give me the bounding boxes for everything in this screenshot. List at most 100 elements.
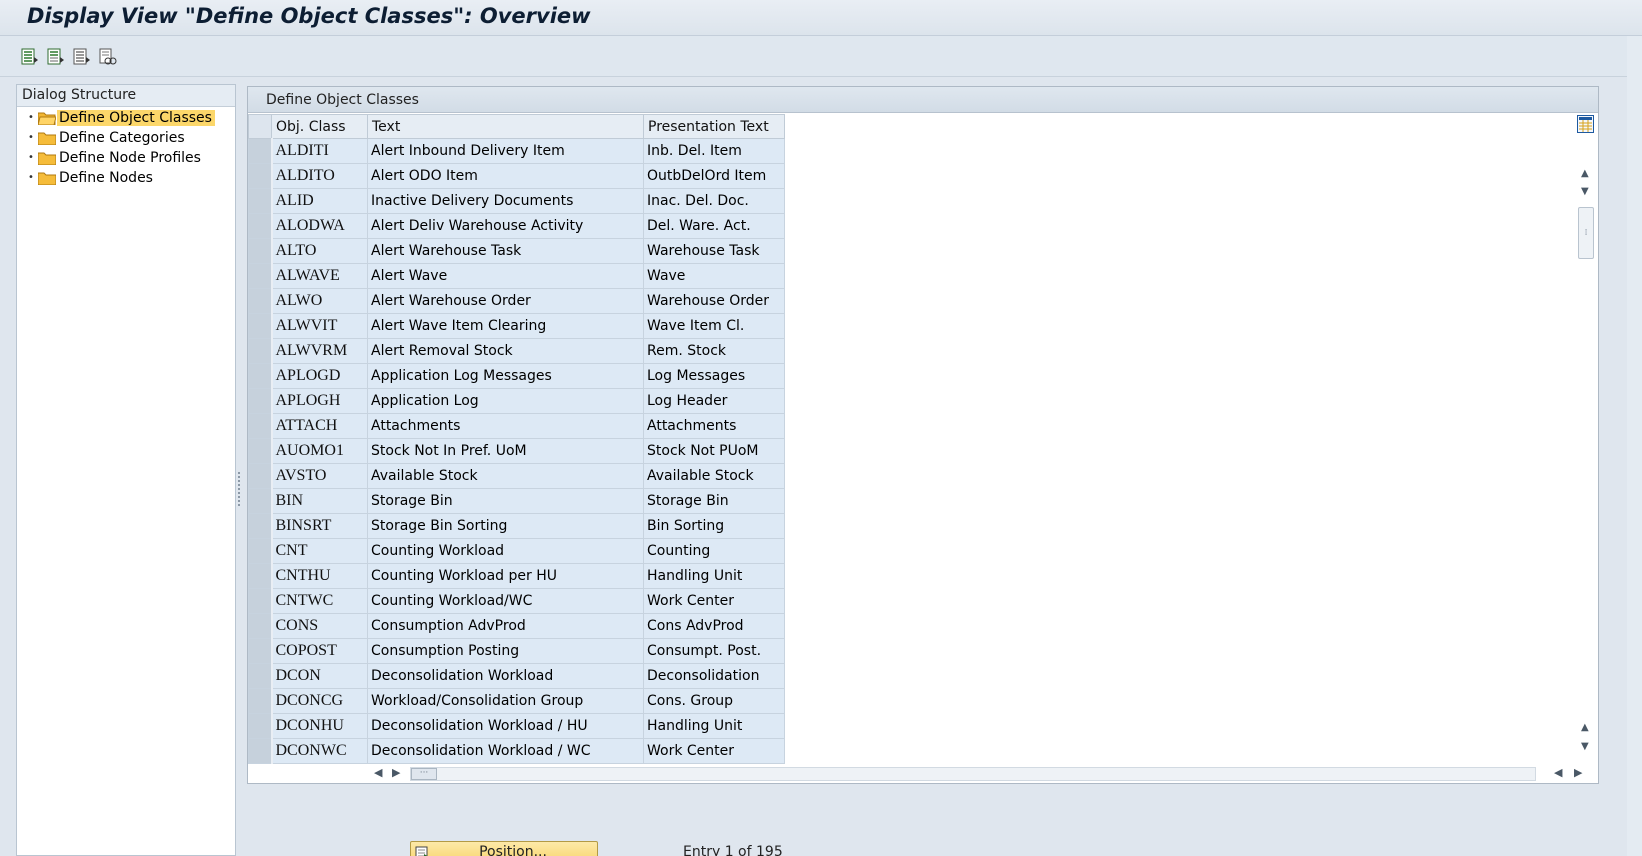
scroll-down-icon[interactable]: ▼ — [1581, 187, 1589, 197]
table-row[interactable]: ALID Inactive Delivery Documents Inac. Del… — [248, 188, 785, 214]
table-row[interactable]: COPOST Consumption Posting Consumpt. Post. — [248, 638, 785, 664]
row-selector[interactable] — [248, 188, 273, 214]
table-row[interactable]: ATTACH Attachments Attachments — [248, 413, 785, 439]
table-settings-icon[interactable] — [1577, 115, 1594, 133]
obj-class-cell: ALTO — [271, 238, 368, 264]
obj-class-cell: ALDITI — [271, 138, 368, 164]
row-selector[interactable] — [248, 563, 273, 589]
row-selector[interactable] — [248, 513, 273, 539]
tree-item-define-object-classes[interactable]: • Define Object Classes — [17, 108, 235, 128]
text-cell: Consumption Posting — [367, 638, 644, 664]
table-row[interactable]: ALWVIT Alert Wave Item Clearing Wave Item … — [248, 313, 785, 339]
text-cell: Deconsolidation Workload — [367, 663, 644, 689]
obj-class-cell: ALWVRM — [271, 338, 368, 364]
row-selector[interactable] — [248, 663, 273, 689]
obj-class-cell: ALWVIT — [271, 313, 368, 339]
row-selector[interactable] — [248, 263, 273, 289]
vertical-scrollbar[interactable]: ▲ ▼ ⁞ ▲ ▼ — [1574, 113, 1596, 761]
table-row[interactable]: ALODWA Alert Deliv Warehouse Activity Del.… — [248, 213, 785, 239]
row-selector[interactable] — [248, 463, 273, 489]
table-row[interactable]: ALWAVE Alert Wave Wave — [248, 263, 785, 289]
table-row[interactable]: AUOMO1 Stock Not In Pref. UoM Stock Not PU… — [248, 438, 785, 464]
row-selector[interactable] — [248, 613, 273, 639]
bullet-icon: • — [28, 152, 34, 163]
position-button[interactable]: Position... — [410, 841, 598, 856]
row-selector[interactable] — [248, 713, 273, 739]
row-selector[interactable] — [248, 313, 273, 339]
table-row[interactable]: ALDITO Alert ODO Item OutbDelOrd Item — [248, 163, 785, 189]
row-selector[interactable] — [248, 163, 273, 189]
horizontal-scroll-thumb[interactable]: ··· — [411, 768, 437, 780]
horizontal-scroll-track[interactable]: ··· — [410, 767, 1536, 781]
row-selector[interactable] — [248, 738, 273, 764]
row-selector[interactable] — [248, 638, 273, 664]
presentation-text-cell: Cons. Group — [643, 688, 785, 714]
select-block-icon[interactable] — [46, 47, 66, 67]
row-selector[interactable] — [248, 238, 273, 264]
scroll-page-down-icon[interactable]: ▼ — [1581, 742, 1589, 752]
table-row[interactable]: DCONCG Workload/Consolidation Group Cons. … — [248, 688, 785, 714]
tree-item-define-node-profiles[interactable]: • Define Node Profiles — [17, 148, 235, 168]
row-selector[interactable] — [248, 388, 273, 414]
tree-item-define-nodes[interactable]: • Define Nodes — [17, 168, 235, 188]
tree-item-label: Define Object Classes — [57, 110, 215, 126]
table-row[interactable]: CNTWC Counting Workload/WC Work Center — [248, 588, 785, 614]
row-selector[interactable] — [248, 413, 273, 439]
row-selector[interactable] — [248, 363, 273, 389]
row-selector[interactable] — [248, 688, 273, 714]
column-header-text[interactable]: Text — [367, 114, 644, 139]
row-selector[interactable] — [248, 488, 273, 514]
row-selector[interactable] — [248, 138, 273, 164]
obj-class-cell: APLOGH — [271, 388, 368, 414]
table-row[interactable]: DCONWC Deconsolidation Workload / WC Work … — [248, 738, 785, 764]
print-view-icon[interactable] — [98, 47, 118, 67]
row-selector[interactable] — [248, 538, 273, 564]
scroll-up-icon[interactable]: ▲ — [1581, 169, 1589, 179]
presentation-text-cell: Deconsolidation — [643, 663, 785, 689]
column-header-presentation-text[interactable]: Presentation Text — [643, 114, 785, 139]
scroll-page-up-icon[interactable]: ▲ — [1581, 723, 1589, 733]
text-cell: Alert Warehouse Task — [367, 238, 644, 264]
column-header-obj-class[interactable]: Obj. Class — [271, 114, 368, 139]
presentation-text-cell: Counting — [643, 538, 785, 564]
table-row[interactable]: CONS Consumption AdvProd Cons AdvProd — [248, 613, 785, 639]
table-row[interactable]: DCONHU Deconsolidation Workload / HU Handl… — [248, 713, 785, 739]
tree-item-define-categories[interactable]: • Define Categories — [17, 128, 235, 148]
row-selector[interactable] — [248, 438, 273, 464]
scroll-left-icon[interactable]: ◀ — [374, 767, 382, 778]
row-selector[interactable] — [248, 338, 273, 364]
scroll-far-left-icon[interactable]: ◀ — [1554, 767, 1562, 778]
row-selector[interactable] — [248, 588, 273, 614]
table-row[interactable]: CNT Counting Workload Counting — [248, 538, 785, 564]
select-all-icon[interactable] — [20, 47, 40, 67]
table-row[interactable]: ALWVRM Alert Removal Stock Rem. Stock — [248, 338, 785, 364]
select-all-cell[interactable] — [248, 114, 272, 139]
table-row[interactable]: ALWO Alert Warehouse Order Warehouse Order — [248, 288, 785, 314]
table-row[interactable]: BINSRT Storage Bin Sorting Bin Sorting — [248, 513, 785, 539]
table-row[interactable]: DCON Deconsolidation Workload Deconsolidat… — [248, 663, 785, 689]
row-selector[interactable] — [248, 213, 273, 239]
table-row[interactable]: ALTO Alert Warehouse Task Warehouse Task — [248, 238, 785, 264]
table-row[interactable]: APLOGH Application Log Log Header — [248, 388, 785, 414]
vertical-scroll-thumb[interactable]: ⁞ — [1578, 207, 1594, 259]
scroll-right-icon[interactable]: ▶ — [392, 767, 400, 778]
table-row[interactable]: ALDITI Alert Inbound Delivery Item Inb. De… — [248, 138, 785, 164]
obj-class-cell: APLOGD — [271, 363, 368, 389]
obj-class-cell: ALID — [271, 188, 368, 214]
table-title: Define Object Classes — [248, 87, 1598, 113]
presentation-text-cell: Wave — [643, 263, 785, 289]
table-row[interactable]: BIN Storage Bin Storage Bin — [248, 488, 785, 514]
deselect-all-icon[interactable] — [72, 47, 92, 67]
text-cell: Deconsolidation Workload / HU — [367, 713, 644, 739]
table-row[interactable]: APLOGD Application Log Messages Log Messag… — [248, 363, 785, 389]
table-row[interactable]: AVSTO Available Stock Available Stock — [248, 463, 785, 489]
row-selector[interactable] — [248, 288, 273, 314]
scroll-far-right-icon[interactable]: ▶ — [1574, 767, 1582, 778]
panel-splitter[interactable] — [238, 472, 241, 506]
table-row[interactable]: CNTHU Counting Workload per HU Handling Un… — [248, 563, 785, 589]
presentation-text-cell: Del. Ware. Act. — [643, 213, 785, 239]
text-cell: Storage Bin Sorting — [367, 513, 644, 539]
horizontal-scrollbar[interactable]: ◀ ▶ ··· ◀ ▶ — [374, 763, 1594, 781]
position-button-label: Position... — [479, 844, 547, 856]
presentation-text-cell: Warehouse Order — [643, 288, 785, 314]
